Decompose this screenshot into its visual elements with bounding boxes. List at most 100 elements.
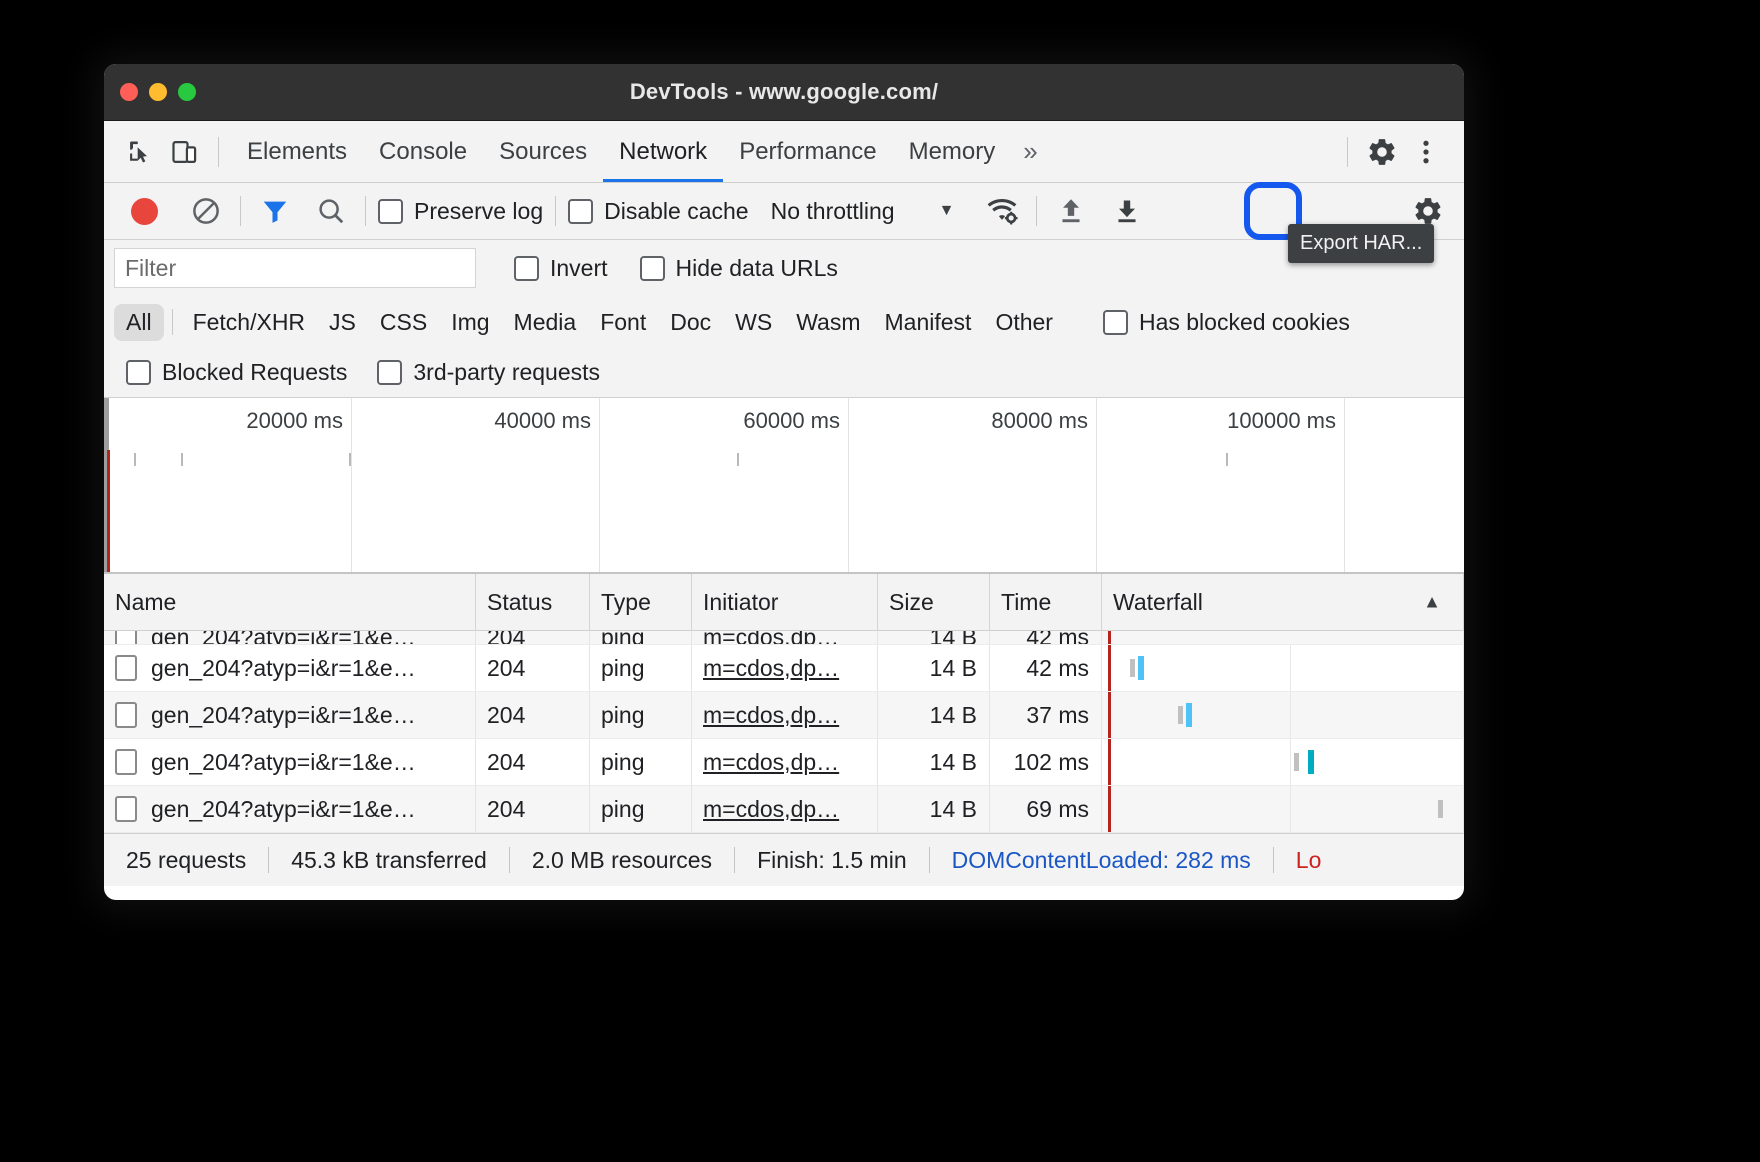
tab-sources[interactable]: Sources xyxy=(483,122,603,182)
waterfall-bar-download xyxy=(1308,750,1314,774)
kebab-menu-icon[interactable] xyxy=(1404,130,1448,174)
preserve-log-checkbox[interactable]: Preserve log xyxy=(378,198,543,225)
invert-checkbox-box[interactable] xyxy=(514,255,539,281)
table-row[interactable]: gen_204?atyp=i&r=1&e… 204 ping m=cdos,dp… xyxy=(104,692,1464,739)
column-header-name[interactable]: Name xyxy=(104,573,476,631)
network-overview-timeline[interactable]: 20000 ms 40000 ms 60000 ms 80000 ms 1000… xyxy=(104,398,1464,574)
initiator-link[interactable]: m=cdos,dp… xyxy=(703,702,839,729)
column-header-waterfall[interactable]: Waterfall ▲ xyxy=(1102,573,1464,631)
hide-data-urls-checkbox[interactable]: Hide data URLs xyxy=(639,255,838,282)
status-resources: 2.0 MB resources xyxy=(531,846,713,873)
table-row[interactable]: gen_204?atyp=i&r=1&e… 204 ping m=cdos,dp… xyxy=(104,739,1464,786)
filter-chip-font[interactable]: Font xyxy=(588,304,658,341)
inspect-element-icon[interactable] xyxy=(118,130,162,174)
throttling-select[interactable]: No throttling ▼ xyxy=(771,198,955,225)
column-header-initiator[interactable]: Initiator xyxy=(692,573,878,631)
export-har-download-icon[interactable] xyxy=(1105,189,1149,233)
table-row[interactable]: gen_204?atyp=i&r=1&e… 204 ping m=cdos,dp… xyxy=(104,786,1464,833)
filter-row: Invert Hide data URLs xyxy=(104,240,1464,296)
tab-network[interactable]: Network xyxy=(603,122,723,182)
column-header-type[interactable]: Type xyxy=(590,573,692,631)
tab-network-label: Network xyxy=(619,137,708,165)
has-blocked-cookies-checkbox[interactable]: Has blocked cookies xyxy=(1102,309,1350,336)
status-transferred: 45.3 kB transferred xyxy=(291,846,487,873)
cell-name-label: gen_204?atyp=i&r=1&e… xyxy=(151,701,416,728)
filter-chip-ws[interactable]: WS xyxy=(723,304,784,341)
status-divider xyxy=(508,847,510,873)
row-checkbox[interactable] xyxy=(115,749,137,775)
maximize-window-button[interactable] xyxy=(178,83,196,101)
tab-elements[interactable]: Elements xyxy=(231,122,363,182)
table-row[interactable]: gen_204?atyp=i&r=1&e… 204 ping m=cdos,dp… xyxy=(104,645,1464,692)
import-har-upload-icon[interactable] xyxy=(1049,189,1093,233)
device-toolbar-icon[interactable] xyxy=(162,130,206,174)
clear-icon[interactable] xyxy=(184,189,228,233)
search-icon[interactable] xyxy=(309,189,353,233)
column-header-size[interactable]: Size xyxy=(878,573,990,631)
wifi-settings-icon[interactable] xyxy=(980,189,1024,233)
disable-cache-checkbox[interactable]: Disable cache xyxy=(568,198,749,225)
filter-chip-other[interactable]: Other xyxy=(983,304,1065,341)
screenshot-root: DevTools - www.google.com/ Elements Cons… xyxy=(0,0,1760,1162)
filter-chip-media[interactable]: Media xyxy=(502,304,589,341)
column-header-status[interactable]: Status xyxy=(476,573,590,631)
filter-chip-js[interactable]: JS xyxy=(317,304,368,341)
row-checkbox[interactable] xyxy=(115,655,137,681)
overview-gridline xyxy=(1344,398,1345,572)
cell-name: gen_204?atyp=i&r=1&e… xyxy=(104,645,476,691)
record-button[interactable] xyxy=(122,189,166,233)
filter-icon[interactable] xyxy=(253,189,297,233)
search-input[interactable] xyxy=(114,248,476,288)
filter-chip-manifest-label: Manifest xyxy=(884,308,972,335)
tab-memory[interactable]: Memory xyxy=(893,122,1012,182)
invert-checkbox[interactable]: Invert xyxy=(514,255,608,282)
filter-chip-img[interactable]: Img xyxy=(439,304,501,341)
gear-icon[interactable] xyxy=(1360,130,1404,174)
tab-performance[interactable]: Performance xyxy=(723,122,892,182)
waterfall-load-marker xyxy=(1108,692,1111,738)
initiator-link[interactable]: m=cdos,dp… xyxy=(703,796,839,823)
has-blocked-cookies-checkbox-box[interactable] xyxy=(1102,309,1128,335)
third-party-requests-checkbox[interactable]: 3rd-party requests xyxy=(377,359,600,386)
cell-type: ping xyxy=(590,645,692,691)
tab-console[interactable]: Console xyxy=(363,122,483,182)
cell-initiator[interactable]: m=cdos,dp… xyxy=(692,645,878,691)
preserve-log-checkbox-box[interactable] xyxy=(378,198,403,224)
cell-initiator[interactable]: m=cdos,dp… xyxy=(692,692,878,738)
initiator-link[interactable]: m=cdos,dp… xyxy=(703,655,839,682)
row-checkbox[interactable] xyxy=(115,702,137,728)
disable-cache-checkbox-box[interactable] xyxy=(568,198,594,224)
cell-type: ping xyxy=(590,739,692,785)
table-row[interactable]: gen_204?atyp=i&r=1&e… 204 ping m=cdos,dp… xyxy=(104,631,1464,645)
hide-data-urls-checkbox-box[interactable] xyxy=(639,255,665,281)
cell-type: ping xyxy=(590,631,692,644)
cell-initiator[interactable]: m=cdos,dp… xyxy=(692,739,878,785)
filter-chip-font-label: Font xyxy=(600,308,647,335)
filter-chip-fetch-xhr[interactable]: Fetch/XHR xyxy=(181,304,317,341)
cell-initiator[interactable]: m=cdos,dp… xyxy=(692,631,878,644)
more-tabs-label: » xyxy=(1023,136,1038,166)
chip-divider xyxy=(171,309,173,335)
filter-chip-all[interactable]: All xyxy=(114,303,164,341)
column-header-time[interactable]: Time xyxy=(990,573,1102,631)
status-load: Lo xyxy=(1295,846,1322,873)
third-party-requests-checkbox-box[interactable] xyxy=(377,360,403,385)
cell-status: 204 xyxy=(476,631,590,644)
cell-initiator[interactable]: m=cdos,dp… xyxy=(692,786,878,832)
blocked-requests-checkbox-box[interactable] xyxy=(126,360,151,385)
more-tabs-chevron-icon[interactable]: » xyxy=(1011,122,1049,182)
row-checkbox[interactable] xyxy=(115,631,137,644)
tabbar-divider-right xyxy=(1347,136,1348,167)
row-checkbox[interactable] xyxy=(115,796,137,822)
filter-chip-css[interactable]: CSS xyxy=(368,304,439,341)
initiator-link[interactable]: m=cdos,dp… xyxy=(703,631,839,644)
filter-chip-manifest[interactable]: Manifest xyxy=(873,304,984,341)
close-window-button[interactable] xyxy=(120,83,138,101)
sort-ascending-icon: ▲ xyxy=(1423,591,1441,612)
filter-chip-doc[interactable]: Doc xyxy=(658,304,723,341)
initiator-link[interactable]: m=cdos,dp… xyxy=(703,749,839,776)
cell-status: 204 xyxy=(476,786,590,832)
minimize-window-button[interactable] xyxy=(149,83,167,101)
blocked-requests-checkbox[interactable]: Blocked Requests xyxy=(126,359,347,386)
filter-chip-wasm[interactable]: Wasm xyxy=(784,304,872,341)
